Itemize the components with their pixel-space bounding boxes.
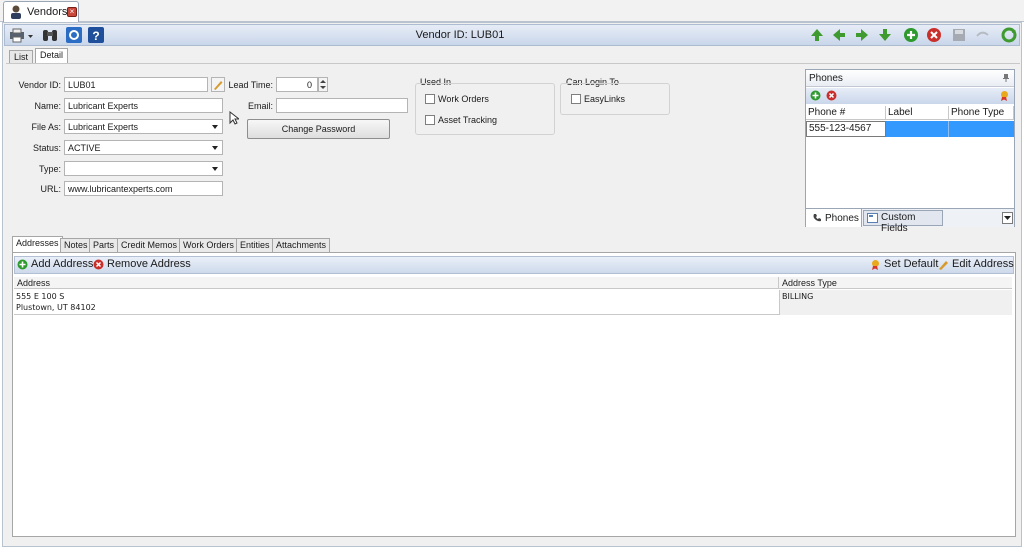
toolbar-title: Vendor ID: LUB01	[415, 29, 505, 41]
asset-tracking-label: Asset Tracking	[438, 115, 498, 125]
tab-phones-label: Phones	[825, 213, 859, 224]
table-row[interactable]: 555 E 100 S Plustown, UT 84102 BILLING	[14, 290, 1012, 315]
spinner-arrows-icon	[320, 80, 326, 89]
remove-icon	[93, 259, 104, 270]
phones-col-type[interactable]: Phone Type	[949, 106, 1014, 120]
phones-title: Phones	[809, 73, 843, 84]
tab-vendors[interactable]: Vendors ×	[3, 1, 79, 22]
tab-custom-fields-label: Custom Fields	[881, 212, 916, 234]
type-label: Type:	[38, 164, 61, 174]
vendor-id-label: Vendor ID:	[18, 80, 61, 90]
tab-entities[interactable]: Entities	[236, 238, 274, 252]
name-label: Name:	[34, 101, 61, 111]
delete-icon[interactable]	[926, 27, 942, 43]
change-password-button[interactable]: Change Password	[247, 119, 390, 139]
tab-custom-fields[interactable]: Custom Fields	[863, 210, 943, 234]
vendor-id-field[interactable]: LUB01	[64, 77, 208, 92]
status-label: Status:	[32, 143, 61, 153]
tab-credit-memos[interactable]: Credit Memos	[117, 238, 182, 252]
phones-toolbar	[806, 88, 1014, 104]
print-icon[interactable]	[8, 27, 34, 43]
status-dropdown[interactable]: ACTIVE	[64, 140, 223, 155]
tab-parts[interactable]: Parts	[89, 238, 119, 252]
phones-panel: Phones Phone # Label Phone Type 555-123-…	[805, 69, 1015, 234]
tab-detail-label: Detail	[40, 50, 64, 60]
chevron-down-icon	[1004, 216, 1011, 220]
url-field[interactable]: www.lubricantexperts.com	[64, 181, 223, 196]
address-type-cell: BILLING	[779, 290, 1012, 315]
add-phone-icon[interactable]	[810, 90, 821, 101]
binoculars-icon[interactable]	[42, 27, 58, 43]
ribbon-icon	[872, 260, 879, 270]
mouse-cursor-icon	[229, 111, 239, 125]
work-orders-checkbox[interactable]	[425, 94, 435, 104]
pencil-icon	[939, 261, 948, 270]
type-dropdown[interactable]	[64, 161, 223, 176]
file-as-label: File As:	[31, 122, 61, 132]
table-row[interactable]: 555-123-4567	[806, 121, 1014, 137]
add-icon[interactable]	[903, 27, 919, 43]
tab-attachments[interactable]: Attachments	[272, 238, 331, 252]
ribbon-default-icon[interactable]	[999, 90, 1010, 102]
phone-handset-icon	[813, 214, 821, 222]
phones-bottom-tabs: Phones Custom Fields	[806, 208, 1014, 234]
help-icon[interactable]: ?	[88, 27, 104, 43]
tab-list-label: List	[14, 52, 29, 62]
lead-time-label: Lead Time:	[228, 80, 273, 90]
url-label: URL:	[40, 184, 61, 194]
work-orders-label: Work Orders	[438, 94, 489, 104]
phones-col-label[interactable]: Label	[886, 106, 949, 120]
arrow-up-icon[interactable]	[810, 28, 824, 42]
tab-detail[interactable]: Detail	[35, 48, 69, 64]
tab-addresses[interactable]: Addresses	[12, 236, 63, 253]
arrow-down-icon[interactable]	[878, 28, 892, 42]
close-tab-icon[interactable]: ×	[67, 7, 77, 17]
col-address-type[interactable]: Address Type	[779, 277, 1012, 289]
tab-list[interactable]: List	[9, 50, 34, 64]
tab-work-orders[interactable]: Work Orders	[179, 238, 238, 252]
phones-col-phone[interactable]: Phone #	[806, 106, 886, 120]
phones-tabs-dropdown[interactable]	[1002, 212, 1013, 224]
set-default-label: Set Default	[884, 258, 939, 270]
addresses-toolbar: Add Address Remove Address Set Default E…	[14, 256, 1014, 274]
address-line1: 555 E 100 S	[16, 292, 65, 301]
edit-address-label: Edit Address	[952, 258, 1014, 270]
address-line2: Plustown, UT 84102	[16, 303, 96, 312]
asset-tracking-checkbox[interactable]	[425, 115, 435, 125]
file-as-dropdown[interactable]: Lubricant Experts	[64, 119, 223, 134]
tab-phones[interactable]: Phones	[806, 209, 862, 227]
easylinks-label: EasyLinks	[584, 94, 626, 104]
arrow-right-icon[interactable]	[855, 28, 869, 42]
col-address[interactable]: Address	[14, 277, 779, 289]
gear-icon[interactable]	[66, 27, 82, 43]
tab-notes[interactable]: Notes	[60, 238, 92, 252]
phones-header: Phones	[806, 70, 1014, 87]
pin-icon[interactable]	[1002, 73, 1010, 83]
vendor-person-icon	[11, 5, 21, 19]
lead-time-spinner[interactable]	[318, 77, 328, 92]
phone-type-cell[interactable]	[949, 121, 1014, 137]
phone-number-cell[interactable]: 555-123-4567	[806, 121, 886, 137]
undo-icon[interactable]	[975, 28, 989, 42]
custom-fields-icon	[867, 213, 878, 223]
phone-label-cell[interactable]	[886, 121, 949, 137]
used-in-group	[415, 83, 555, 135]
remove-phone-icon[interactable]	[826, 90, 837, 101]
arrow-left-icon[interactable]	[832, 28, 846, 42]
email-field[interactable]	[276, 98, 408, 113]
svg-text:?: ?	[92, 29, 99, 43]
easylinks-checkbox[interactable]	[571, 94, 581, 104]
window-tab-title: Vendors	[27, 6, 68, 18]
email-label: Email:	[247, 101, 273, 111]
save-icon[interactable]	[952, 28, 966, 42]
lead-time-field[interactable]: 0	[276, 77, 318, 92]
name-field[interactable]: Lubricant Experts	[64, 98, 223, 113]
add-icon	[17, 259, 28, 270]
window-tab-strip	[0, 0, 1024, 22]
remove-address-label: Remove Address	[107, 258, 191, 270]
edit-pencil-icon[interactable]	[211, 77, 225, 92]
refresh-icon[interactable]	[1001, 27, 1017, 43]
add-address-label: Add Address	[31, 258, 94, 270]
